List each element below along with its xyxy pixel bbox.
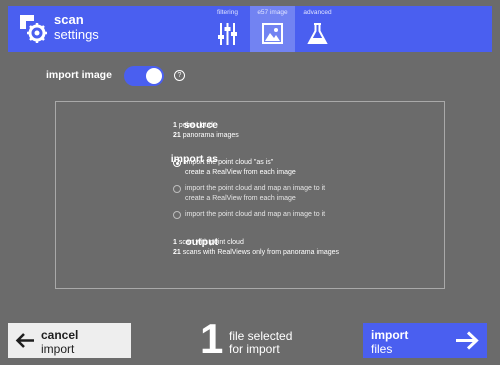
radio-option-text: import the point cloud "as is" create a R… <box>185 158 296 177</box>
header-bar: scan settings filtering e57 image advanc… <box>8 6 492 52</box>
source-count: 21 <box>173 131 181 139</box>
cancel-label-bold: cancel <box>41 328 79 342</box>
import-options-panel: source 1 point cloud 21 panorama images … <box>55 101 445 289</box>
radio-line2: create a RealView from each image <box>185 194 296 202</box>
source-line: 21 panorama images <box>173 131 239 141</box>
tab-e57-image[interactable]: e57 image <box>250 6 295 52</box>
scan-settings-icon <box>20 15 47 43</box>
selected-line2: for import <box>229 342 280 356</box>
output-text: scans with RealViews only from panorama … <box>180 248 340 256</box>
source-line: 1 point cloud <box>173 121 239 131</box>
help-icon[interactable]: ? <box>174 70 185 81</box>
output-text: scan with point cloud <box>176 239 244 246</box>
arrow-left-icon <box>15 333 34 348</box>
cancel-label-normal: import <box>41 342 75 356</box>
selected-file-count: 1 <box>200 315 224 362</box>
sliders-icon <box>218 23 237 45</box>
toggle-knob <box>146 68 162 84</box>
flask-icon <box>307 23 328 44</box>
output-details: 1 scan with point cloud 21 scans with Re… <box>173 238 339 257</box>
arrow-right-icon <box>456 331 479 350</box>
import-label-bold: import <box>371 328 409 342</box>
radio-line2: create a RealView from each image <box>185 168 296 176</box>
tab-filtering[interactable]: filtering <box>205 6 250 52</box>
source-text: point cloud <box>176 122 213 129</box>
cancel-import-button[interactable]: cancel import <box>8 323 131 358</box>
source-text: panorama images <box>180 131 239 139</box>
page-title: scan settings <box>54 12 99 42</box>
radio-line1: import the point cloud and map an image … <box>185 211 326 218</box>
import-image-label: import image <box>46 69 112 81</box>
page-title-bold: scan <box>54 12 84 27</box>
tab-e57-image-label: e57 image <box>257 9 288 16</box>
image-icon <box>262 23 283 44</box>
page-title-normal: settings <box>54 27 99 42</box>
radio-unselected-icon <box>173 211 181 219</box>
tab-filtering-label: filtering <box>217 9 238 16</box>
radio-line1: import the point cloud "as is" <box>185 159 274 166</box>
radio-unselected-icon <box>173 185 181 193</box>
import-image-toggle[interactable] <box>124 66 164 86</box>
tab-advanced[interactable]: advanced <box>295 6 340 52</box>
output-line: 21 scans with RealViews only from panora… <box>173 248 339 258</box>
selected-file-text: file selected for import <box>229 330 292 356</box>
radio-line1: import the point cloud and map an image … <box>185 185 326 192</box>
radio-selected-icon <box>173 159 181 167</box>
output-line: 1 scan with point cloud <box>173 238 339 248</box>
source-details: 1 point cloud 21 panorama images <box>173 121 239 140</box>
import-label-normal: files <box>371 342 393 356</box>
tab-advanced-label: advanced <box>303 9 332 16</box>
import-files-button[interactable]: import files <box>363 323 487 358</box>
radio-option-text: import the point cloud and map an image … <box>185 184 325 203</box>
output-count: 21 <box>173 248 181 256</box>
radio-option-text: import the point cloud and map an image … <box>185 210 325 220</box>
